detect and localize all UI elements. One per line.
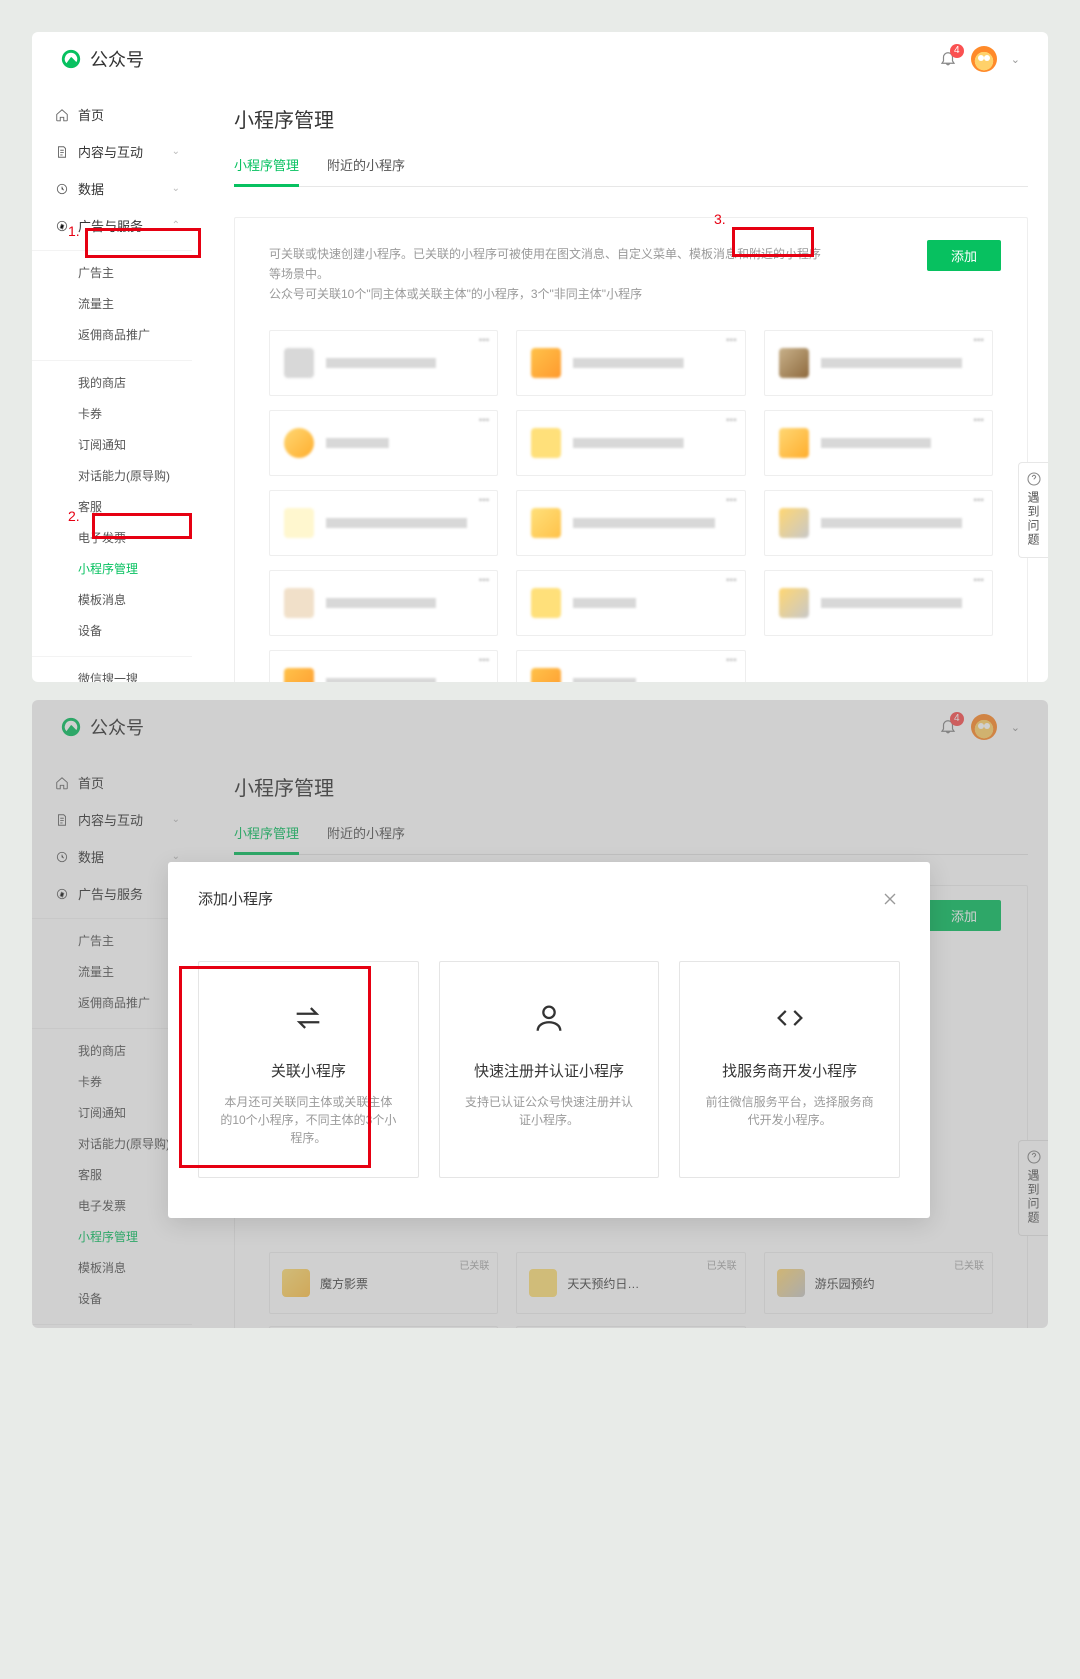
option-row: 关联小程序 本月还可关联同主体或关联主体的10个小程序，不同主体的3个小程序。 … (198, 961, 900, 1178)
sidebar-sub[interactable]: 广告主 (32, 257, 192, 288)
miniprogram-card[interactable]: ▪▪▪ (269, 330, 498, 396)
miniprogram-card[interactable]: ▪▪▪ (516, 330, 745, 396)
panel-desc-2: 公众号可关联10个"同主体或关联主体"的小程序，3个"非同主体"小程序 (269, 284, 829, 304)
feedback-label: 遇到问题 (1025, 491, 1042, 547)
sidebar-sub[interactable]: 订阅通知 (32, 429, 192, 460)
add-miniprogram-modal: 添加小程序 关联小程序 本月还可关联同主体或关联主体的10个小程序，不同主体的3… (168, 862, 930, 1218)
panel: 可关联或快速创建小程序。已关联的小程序可被使用在图文消息、自定义菜单、模板消息和… (234, 217, 1028, 682)
panel-desc-1: 可关联或快速创建小程序。已关联的小程序可被使用在图文消息、自定义菜单、模板消息和… (269, 244, 829, 284)
miniprogram-card[interactable]: ▪▪▪ (764, 330, 993, 396)
chevron-down-icon: ⌄ (172, 146, 180, 157)
miniprogram-card[interactable]: ▪▪▪ (516, 410, 745, 476)
doc-icon (54, 145, 70, 159)
topbar: 公众号 4 ⌄ (32, 32, 1048, 82)
sidebar-sub-miniprogram[interactable]: 小程序管理 (32, 553, 192, 584)
option-title: 快速注册并认证小程序 (460, 1060, 639, 1081)
sidebar-sub[interactable]: 流量主 (32, 288, 192, 319)
sidebar-sub[interactable]: 我的商店 (32, 367, 192, 398)
sidebar-sub[interactable]: 模板消息 (32, 584, 192, 615)
sidebar-item-home[interactable]: 首页 (32, 96, 192, 133)
topbar-actions: 4 ⌄ (939, 46, 1020, 72)
sidebar-item-label: 数据 (78, 179, 104, 198)
screenshot-bottom: 公众号 4 ⌄ 首页 内容与互动 ⌄ 数据 ⌄ (32, 700, 1048, 1328)
sidebar-sub[interactable]: 电子发票 (32, 522, 192, 553)
miniprogram-card[interactable]: ▪▪▪ (269, 410, 498, 476)
option-title: 找服务商开发小程序 (700, 1060, 879, 1081)
miniprogram-card[interactable]: ▪▪▪ (269, 650, 498, 682)
miniprogram-card[interactable]: ▪▪▪ (516, 570, 745, 636)
option-desc: 本月还可关联同主体或关联主体的10个小程序，不同主体的3个小程序。 (219, 1093, 398, 1147)
sidebar-sub[interactable]: 设备 (32, 615, 192, 646)
miniprogram-grid: ▪▪▪ ▪▪▪ ▪▪▪ ▪▪▪ ▪▪▪ ▪▪▪ ▪▪▪ ▪▪▪ ▪▪▪ ▪▪▪ … (269, 330, 993, 682)
option-register[interactable]: 快速注册并认证小程序 支持已认证公众号快速注册并认证小程序。 (439, 961, 660, 1178)
option-desc: 前往微信服务平台，选择服务商代开发小程序。 (700, 1093, 879, 1129)
sidebar-item-label: 广告与服务 (78, 216, 143, 235)
sidebar-sub[interactable]: 客服 (32, 491, 192, 522)
sidebar-sub[interactable]: 对话能力(原导购) (32, 460, 192, 491)
notification-badge: 4 (950, 44, 964, 58)
miniprogram-card[interactable]: ▪▪▪ (516, 490, 745, 556)
avatar[interactable] (971, 46, 997, 72)
sidebar-sub[interactable]: 卡券 (32, 398, 192, 429)
sidebar: 首页 内容与互动 ⌄ 数据 ⌄ 广告与服务 ⌃ 广告主 流量主 返佣商品推广 (32, 82, 192, 682)
sidebar-item-data[interactable]: 数据 ⌄ (32, 170, 192, 207)
sidebar-item-ads[interactable]: 广告与服务 ⌃ (32, 207, 192, 244)
annotation-number-1: 1. (68, 223, 80, 239)
miniprogram-card[interactable]: ▪▪▪ (764, 570, 993, 636)
chevron-down-icon: ⌄ (1011, 53, 1020, 66)
tab-nearby[interactable]: 附近的小程序 (327, 147, 405, 187)
annotation-number-3: 3. (714, 211, 726, 227)
main-content: 小程序管理 小程序管理 附近的小程序 可关联或快速创建小程序。已关联的小程序可被… (192, 82, 1048, 682)
add-button[interactable]: 添加 (927, 240, 1001, 271)
question-icon (1026, 471, 1042, 487)
user-icon (460, 998, 639, 1038)
feedback-tab[interactable]: 遇到问题 (1018, 462, 1048, 558)
modal-title: 添加小程序 (198, 888, 273, 909)
clock-icon (54, 182, 70, 196)
option-title: 关联小程序 (219, 1060, 398, 1081)
option-provider[interactable]: 找服务商开发小程序 前往微信服务平台，选择服务商代开发小程序。 (679, 961, 900, 1178)
tabs: 小程序管理 附近的小程序 (234, 147, 1028, 187)
miniprogram-card[interactable]: ▪▪▪ (516, 650, 745, 682)
sidebar-item-label: 首页 (78, 105, 104, 124)
page-title: 小程序管理 (234, 104, 1028, 133)
miniprogram-card[interactable]: ▪▪▪ (269, 490, 498, 556)
annotation-number-2: 2. (68, 508, 80, 524)
tab-manage[interactable]: 小程序管理 (234, 147, 299, 187)
brand-label: 公众号 (90, 46, 144, 72)
notifications-button[interactable]: 4 (939, 49, 957, 70)
close-button[interactable] (880, 889, 900, 909)
chevron-up-icon: ⌃ (172, 220, 180, 231)
wechat-oa-logo-icon (60, 48, 82, 70)
miniprogram-card[interactable]: ▪▪▪ (269, 570, 498, 636)
sidebar-item-label: 内容与互动 (78, 142, 143, 161)
sidebar-item-content[interactable]: 内容与互动 ⌄ (32, 133, 192, 170)
sidebar-sub[interactable]: 微信搜一搜 (32, 663, 192, 682)
option-link[interactable]: 关联小程序 本月还可关联同主体或关联主体的10个小程序，不同主体的3个小程序。 (198, 961, 419, 1178)
close-icon (880, 889, 900, 909)
screenshot-top: 公众号 4 ⌄ 首页 内容与互动 ⌄ 数据 (32, 32, 1048, 682)
code-icon (700, 998, 879, 1038)
home-icon (54, 108, 70, 122)
swap-icon (219, 998, 398, 1038)
brand: 公众号 (60, 46, 144, 72)
miniprogram-card[interactable]: ▪▪▪ (764, 410, 993, 476)
miniprogram-card[interactable]: ▪▪▪ (764, 490, 993, 556)
sidebar-sub[interactable]: 返佣商品推广 (32, 319, 192, 350)
option-desc: 支持已认证公众号快速注册并认证小程序。 (460, 1093, 639, 1129)
chevron-down-icon: ⌄ (172, 183, 180, 194)
